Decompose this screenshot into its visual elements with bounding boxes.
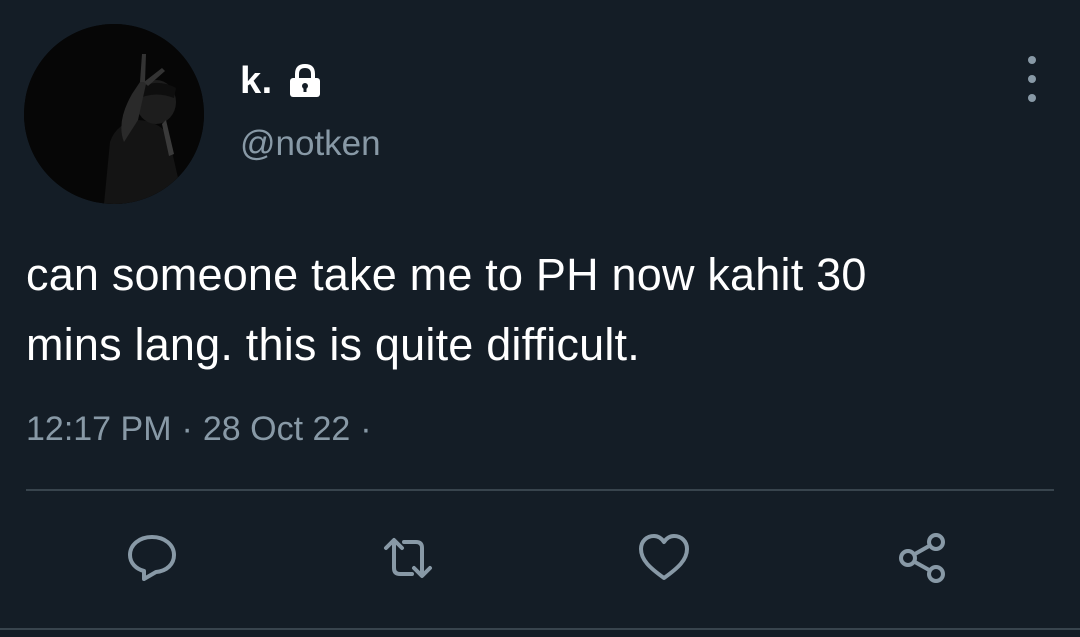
more-options-icon[interactable] [1012, 56, 1052, 102]
retweet-icon [384, 538, 432, 578]
like-button[interactable] [636, 530, 692, 586]
lock-icon [287, 63, 323, 99]
divider [26, 489, 1054, 491]
tweet-date: 28 Oct 22 [202, 410, 351, 448]
tweet-text-line-2: mins lang. this is quite difficult. [26, 319, 640, 370]
heart-icon [639, 534, 689, 580]
avatar-photo [24, 24, 204, 204]
reply-button[interactable] [124, 530, 180, 586]
reply-icon [128, 535, 176, 581]
display-name-row: k. [240, 58, 323, 104]
display-name[interactable]: k. [240, 60, 273, 103]
tweet-text: can someone take me to PH now kahit 30 m… [26, 240, 1056, 380]
meta-trailing-separator: · [360, 410, 372, 448]
tweet-timestamp[interactable]: 12:17 PM · 28 Oct 22 · [26, 410, 382, 449]
avatar[interactable] [24, 24, 204, 204]
tweet-time: 12:17 PM [26, 410, 172, 448]
user-handle[interactable]: @notken [240, 124, 381, 164]
share-button[interactable] [894, 530, 950, 586]
tweet-text-line-1: can someone take me to PH now kahit 30 [26, 249, 867, 300]
meta-separator: · [181, 410, 193, 448]
tweet-detail: k. @notken can someone take me to PH now… [0, 0, 1080, 637]
retweet-button[interactable] [380, 530, 436, 586]
bottom-divider [0, 628, 1080, 630]
share-icon [899, 533, 945, 583]
